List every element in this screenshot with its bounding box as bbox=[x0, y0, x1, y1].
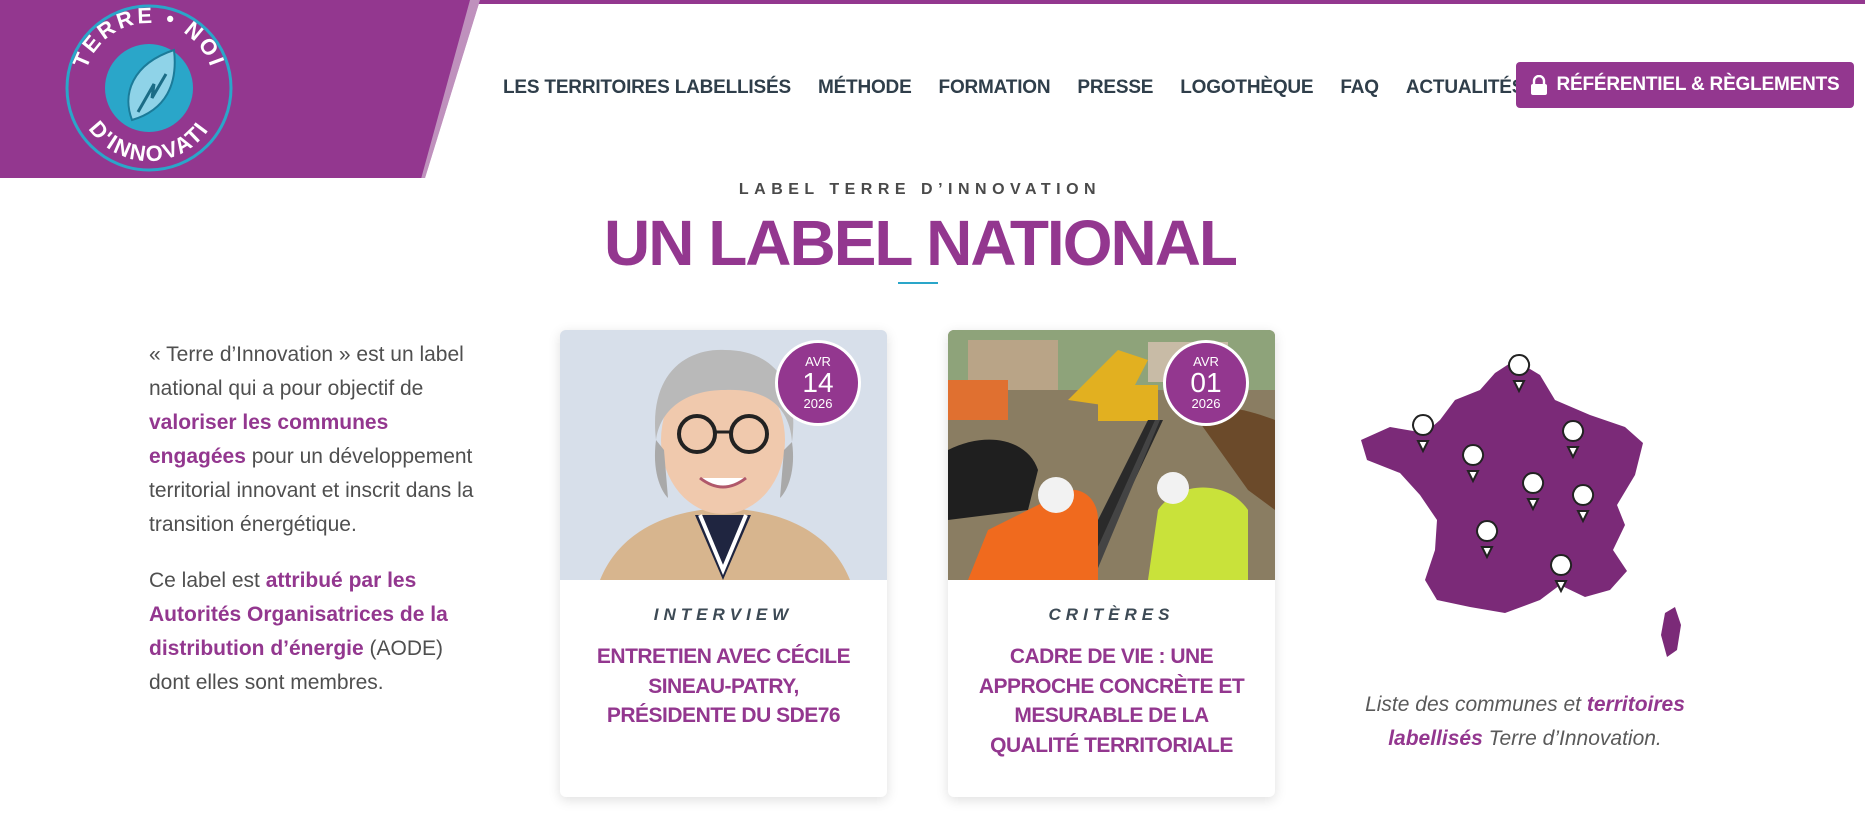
nav-item-territoires[interactable]: LES TERRITOIRES LABELLISÉS bbox=[503, 77, 791, 99]
news-card[interactable]: AVR 01 2026 CRITÈRES CADRE DE VIE : UNE … bbox=[948, 330, 1275, 797]
date-day: 14 bbox=[802, 367, 834, 398]
date-day: 01 bbox=[1190, 367, 1222, 398]
intro-p1-text-a: « Terre d’Innovation » est un label nati… bbox=[149, 343, 464, 400]
card-title-link[interactable]: CADRE DE VIE : UNE APPROCHE CONCRÈTE ET … bbox=[970, 642, 1253, 760]
date-year: 2026 bbox=[803, 396, 833, 411]
nav-item-logotheque[interactable]: LOGOTHÈQUE bbox=[1180, 77, 1313, 99]
intro-text: « Terre d’Innovation » est un label nati… bbox=[149, 338, 479, 722]
intro-p2-text-a: Ce label est bbox=[149, 569, 266, 592]
site-logo[interactable]: TERRE • NOI D'INNOVATI bbox=[62, 2, 236, 174]
nav-item-formation[interactable]: FORMATION bbox=[939, 77, 1051, 99]
lock-icon bbox=[1530, 74, 1548, 95]
date-badge: AVR 01 2026 bbox=[1163, 340, 1249, 426]
card-category: INTERVIEW bbox=[653, 605, 794, 624]
date-badge: AVR 14 2026 bbox=[775, 340, 861, 426]
page-title: UN LABEL NATIONAL bbox=[603, 207, 1238, 279]
intro-paragraph-1: « Terre d’Innovation » est un label nati… bbox=[149, 338, 479, 542]
referentiel-button[interactable]: RÉFÉRENTIEL & RÈGLEMENTS bbox=[1516, 62, 1854, 108]
referentiel-button-label: RÉFÉRENTIEL & RÈGLEMENTS bbox=[1556, 74, 1840, 95]
intro-paragraph-2: Ce label est attribué par les Autorités … bbox=[149, 564, 479, 700]
section-eyebrow: LABEL TERRE D’INNOVATION bbox=[738, 181, 1102, 198]
corsica-shape bbox=[1661, 607, 1681, 657]
nav-item-presse[interactable]: PRESSE bbox=[1077, 77, 1153, 99]
date-year: 2026 bbox=[1191, 396, 1221, 411]
map-caption-text-a: Liste des communes et bbox=[1365, 693, 1587, 716]
nav-item-actualites[interactable]: ACTUALITÉS bbox=[1406, 77, 1525, 99]
france-map[interactable] bbox=[1355, 345, 1695, 675]
map-caption-text-b: Terre d’Innovation. bbox=[1482, 727, 1662, 750]
map-caption: Liste des communes et territoires labell… bbox=[1355, 688, 1695, 756]
france-mainland-shape bbox=[1361, 360, 1643, 613]
title-underline bbox=[898, 282, 938, 284]
card-title-link[interactable]: ENTRETIEN AVEC CÉCILE SINEAU-PATRY, PRÉS… bbox=[582, 642, 865, 731]
main-nav: LES TERRITOIRES LABELLISÉS MÉTHODE FORMA… bbox=[503, 76, 1551, 100]
leaf-logo-icon: TERRE • NOI D'INNOVATI bbox=[65, 3, 233, 172]
news-card[interactable]: AVR 14 2026 INTERVIEW ENTRETIEN AVEC CÉC… bbox=[560, 330, 887, 797]
card-category: CRITÈRES bbox=[1048, 605, 1175, 624]
nav-item-faq[interactable]: FAQ bbox=[1340, 77, 1379, 99]
nav-item-methode[interactable]: MÉTHODE bbox=[818, 77, 912, 99]
